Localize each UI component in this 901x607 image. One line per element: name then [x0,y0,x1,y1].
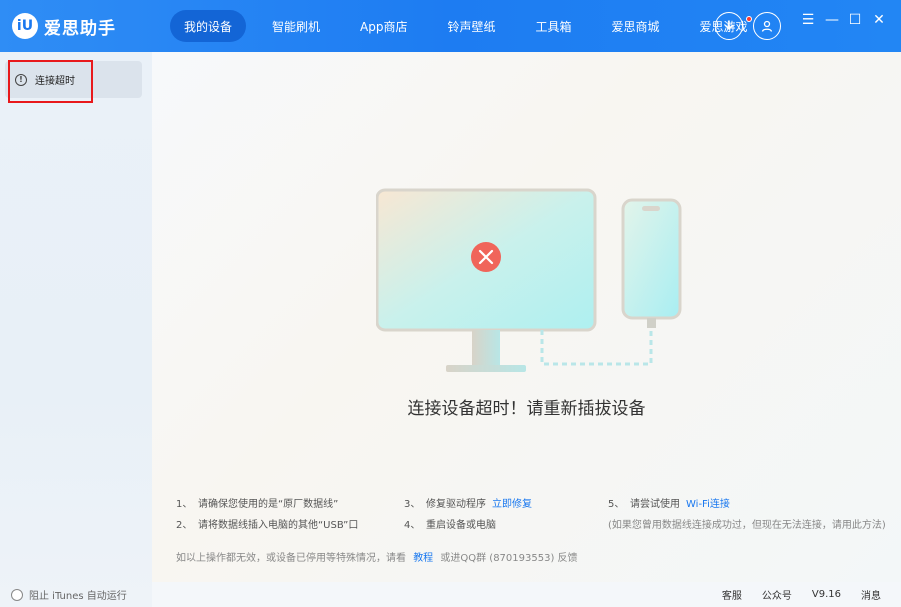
warning-icon: ! [15,73,27,86]
tip-2: 2、 请将数据线插入电脑的其他“USB”口 [176,520,359,531]
minimize-icon[interactable]: — [824,12,840,28]
version-label: V9.16 [811,589,841,600]
connection-illustration [376,188,682,372]
sidebar: ! 连接超时 [0,52,152,607]
tip-5: 5、 请尝试使用 Wi-Fi连接 [608,492,886,513]
status-links: 客服 公众号 V9.16 消息 [702,582,881,607]
wifi-connect-link[interactable]: Wi-Fi连接 [686,495,730,510]
main-panel: 连接设备超时！请重新插拔设备 1、 请确保您使用的是“原厂数据线” 2、 请将数… [152,52,901,582]
user-icon [761,20,773,32]
tab-ringtones-wallpapers[interactable]: 铃声壁纸 [433,10,509,42]
service-link[interactable]: 客服 [722,587,742,602]
tip-3: 3、 修复驱动程序 立即修复 [404,492,532,513]
tab-my-device[interactable]: 我的设备 [170,10,247,42]
app-logo: iU 爱思助手 [0,0,152,52]
tip-5-note: (如果您曾用数据线连接成功过，但现在无法连接，请用此方法) [608,520,886,531]
monitor-stand [472,330,500,367]
official-account-link[interactable]: 公众号 [762,587,792,602]
phone-connector [647,318,656,328]
download-icon [724,20,734,30]
tutorial-link[interactable]: 教程 [413,553,433,564]
logo-icon: iU [12,13,38,39]
repair-now-link[interactable]: 立即修复 [492,495,532,510]
device-tab-timeout[interactable]: ! 连接超时 [5,61,142,98]
monitor-base [446,365,526,372]
tip-1: 1、 请确保您使用的是“原厂数据线” [176,499,339,510]
block-itunes-label: 阻止 iTunes 自动运行 [29,591,127,602]
maximize-icon[interactable]: ☐ [847,12,863,28]
notification-badge [745,16,752,22]
status-bar: 阻止 iTunes 自动运行 客服 公众号 V9.16 消息 [0,582,901,607]
cable-dashed [540,328,653,366]
help-note: 如以上操作都无效，或设备已停用等特殊情况，请看 教程 或进QQ群 (870193… [176,553,578,564]
main-nav: 我的设备 智能刷机 App商店 铃声壁纸 工具箱 爱思商城 爱思游戏 [170,0,774,52]
tab-smart-flash[interactable]: 智能刷机 [258,10,334,42]
error-headline: 连接设备超时！请重新插拔设备 [407,399,646,419]
device-tab-label: 连接超时 [35,76,75,87]
phone-notch [642,206,660,211]
app-name: 爱思助手 [44,18,116,39]
radio-icon[interactable] [11,588,23,601]
tip-4: 4、 重启设备或电脑 [404,520,496,531]
close-icon[interactable]: ✕ [871,12,887,28]
tab-toolbox[interactable]: 工具箱 [522,10,586,42]
top-bar: iU 爱思助手 我的设备 智能刷机 App商店 铃声壁纸 工具箱 爱思商城 爱思… [0,0,901,52]
download-button[interactable] [715,12,743,40]
menu-icon[interactable]: ☰ [800,12,816,28]
tab-app-store[interactable]: App商店 [346,10,421,42]
phone-shape [621,198,682,320]
user-button[interactable] [753,12,781,40]
tab-store[interactable]: 爱思商城 [598,10,674,42]
messages-link[interactable]: 消息 [861,587,881,602]
tips-column-2: 3、 修复驱动程序 立即修复 4、 重启设备或电脑 [404,492,532,534]
block-itunes-toggle[interactable]: 阻止 iTunes 自动运行 [0,587,127,602]
tips-column-1: 1、 请确保您使用的是“原厂数据线” 2、 请将数据线插入电脑的其他“USB”口 [176,492,358,534]
tips-column-3: 5、 请尝试使用 Wi-Fi连接 (如果您曾用数据线连接成功过，但现在无法连接，… [608,492,886,534]
